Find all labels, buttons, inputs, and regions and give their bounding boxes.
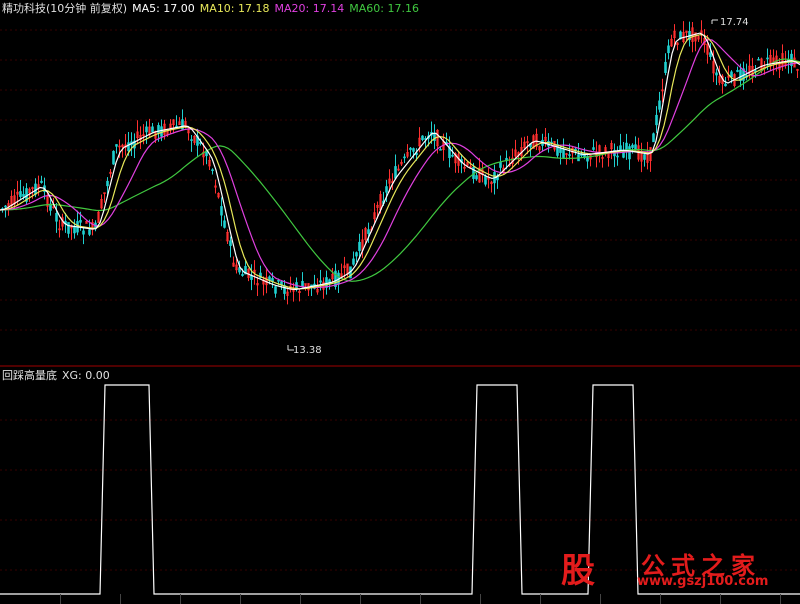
candle-body: [439, 148, 442, 151]
candle-body: [4, 205, 7, 208]
candle-body: [631, 144, 634, 148]
candle-body: [766, 57, 769, 60]
candle-body: [145, 126, 148, 133]
ma60-line: [0, 58, 800, 282]
ma10-label: MA10: 17.18: [199, 2, 270, 15]
indicator-title: 回踩高量底: [2, 369, 57, 382]
candle-body: [715, 72, 718, 76]
logo-mark: 股: [561, 551, 595, 591]
candle-body: [250, 275, 253, 280]
ma10-line: [0, 34, 800, 290]
candle-body: [421, 135, 424, 141]
axis-tick: [660, 594, 661, 604]
candle-body: [274, 286, 277, 294]
candle-body: [475, 175, 478, 180]
candle-body: [40, 180, 43, 183]
candle-body: [355, 252, 358, 257]
candle-body: [724, 83, 727, 87]
axis-tick: [360, 594, 361, 604]
candle-body: [190, 139, 193, 141]
ma20-label: MA20: 17.14: [274, 2, 345, 15]
candle-body: [22, 194, 25, 197]
candle-body: [241, 274, 244, 276]
price-grid: [0, 29, 800, 331]
axis-tick: [120, 594, 121, 604]
candle-body: [451, 154, 454, 157]
candle-body: [112, 150, 115, 165]
candle-body: [358, 241, 361, 252]
candle-body: [19, 191, 22, 197]
candle-body: [616, 155, 619, 158]
axis-tick: [420, 594, 421, 604]
candle-body: [499, 162, 502, 168]
indicator-panel-header: 回踩高量底 XG: 0.00: [2, 369, 115, 382]
high-price-label: 17.74: [720, 17, 749, 28]
candle-body: [667, 45, 670, 54]
candle-body: [736, 70, 739, 72]
candle-body: [67, 222, 70, 234]
ma5-label: MA5: 17.00: [132, 2, 195, 15]
candle-body: [82, 230, 85, 235]
axis-tick: [300, 594, 301, 604]
candle-body: [88, 229, 91, 235]
candle-body: [403, 156, 406, 159]
kline-chart[interactable]: [0, 0, 800, 604]
candle-body: [229, 240, 232, 246]
ma60-label: MA60: 17.16: [349, 2, 419, 15]
stock-title: 精功科技(10分钟 前复权): [2, 2, 128, 15]
candle-body: [367, 229, 370, 234]
candle-body: [664, 61, 667, 73]
candle-body: [127, 142, 130, 152]
axis-tick: [540, 594, 541, 604]
candle-body: [628, 146, 631, 160]
candle-body: [757, 58, 760, 61]
candle-body: [319, 280, 322, 283]
candle-body: [658, 100, 661, 110]
axis-tick: [780, 594, 781, 604]
xg-label: XG: 0.00: [62, 369, 110, 382]
candle-body: [115, 144, 118, 147]
candle-body: [562, 149, 565, 158]
high-marker: [711, 19, 718, 24]
candle-body: [106, 180, 109, 187]
low-price-label: 13.38: [293, 345, 322, 356]
candle-body: [709, 52, 712, 57]
candle-body: [352, 258, 355, 265]
candlesticks: [1, 20, 799, 305]
candle-body: [220, 206, 223, 216]
ma5-line: [0, 32, 800, 291]
ma20-line: [0, 38, 800, 289]
axis-tick: [240, 594, 241, 604]
candle-body: [385, 186, 388, 193]
candle-body: [394, 166, 397, 179]
axis-tick: [180, 594, 181, 604]
axis-tick: [600, 594, 601, 604]
candle-body: [34, 183, 37, 195]
site-logo: 股 公式之家 www.gszj100.com: [553, 543, 799, 593]
axis-tick: [60, 594, 61, 604]
candle-body: [652, 133, 655, 143]
candle-body: [211, 169, 214, 172]
axis-tick: [480, 594, 481, 604]
candle-body: [619, 145, 622, 151]
candle-body: [223, 220, 226, 228]
main-panel-header: 精功科技(10分钟 前复权) MA5: 17.00 MA10: 17.18 MA20:…: [2, 2, 424, 15]
candle-body: [484, 176, 487, 185]
candle-body: [409, 147, 412, 150]
candle-body: [55, 213, 58, 222]
candle-body: [73, 226, 76, 234]
candle-body: [277, 280, 280, 282]
time-axis: [0, 594, 800, 604]
axis-tick: [720, 594, 721, 604]
candle-body: [559, 148, 562, 153]
candle-body: [592, 147, 595, 150]
candle-body: [412, 148, 415, 152]
candle-body: [79, 219, 82, 223]
logo-url: www.gszj100.com: [637, 574, 769, 589]
candle-body: [568, 154, 571, 156]
candle-body: [643, 154, 646, 160]
candle-body: [151, 126, 154, 133]
candle-body: [655, 114, 658, 126]
